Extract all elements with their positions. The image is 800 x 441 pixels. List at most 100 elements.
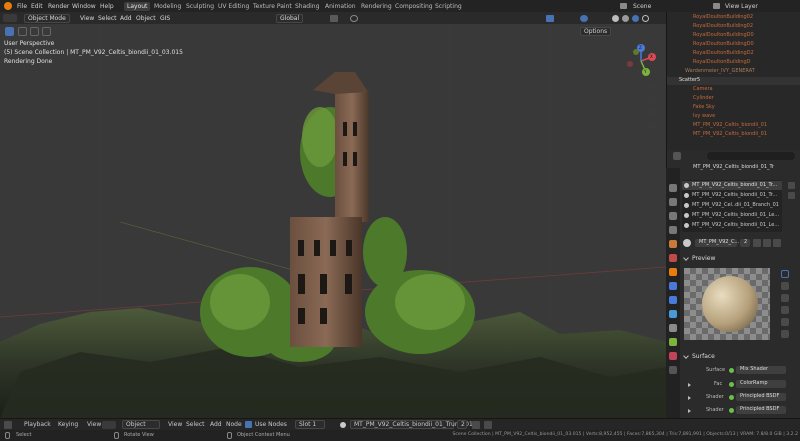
slot-dropdown[interactable]: Slot 1 xyxy=(295,420,325,429)
node-menu-add[interactable]: Add xyxy=(210,422,222,428)
particles-tab-icon[interactable] xyxy=(669,296,677,304)
tab-sculpting[interactable]: Sculpting xyxy=(183,2,217,11)
modifier-tab-icon[interactable] xyxy=(669,282,677,290)
pin-node-icon[interactable] xyxy=(484,421,492,429)
outliner-row[interactable]: Scatter5 xyxy=(667,77,800,85)
editor-type-icon[interactable] xyxy=(3,14,17,22)
node-menu-node[interactable]: Node xyxy=(226,422,242,428)
surface-section-header[interactable]: Surface xyxy=(692,354,715,360)
outliner-row[interactable]: Cylinder xyxy=(667,95,800,103)
shader-type-dropdown[interactable]: Object xyxy=(122,420,160,429)
tab-texture-paint[interactable]: Texture Paint xyxy=(250,2,295,11)
select-icon[interactable] xyxy=(546,15,554,22)
expand-arrow-icon[interactable] xyxy=(688,396,691,400)
view-layer-tab-icon[interactable] xyxy=(669,226,677,234)
viewport-menu-select[interactable]: Select xyxy=(98,16,117,25)
select-lasso-icon[interactable] xyxy=(42,27,51,36)
bottombar-users-count[interactable]: 2 xyxy=(457,420,467,429)
material-slot[interactable]: MT_PM_V92_Celtis_biondii_01_Tr... xyxy=(682,181,782,190)
outliner-row[interactable]: Camera xyxy=(667,86,800,94)
expand-arrow-icon[interactable] xyxy=(688,409,691,413)
preview-world-icon[interactable] xyxy=(781,318,789,326)
menu-edit[interactable]: Edit xyxy=(31,3,43,10)
material-name-field[interactable]: MT_PM_V92_C... xyxy=(695,239,739,247)
menu-file[interactable]: File xyxy=(17,3,27,10)
outliner-row[interactable]: RoyalDoultonBuilding02 xyxy=(667,14,800,22)
viewport-menu-view[interactable]: View xyxy=(80,16,94,25)
perspective-toggle-icon[interactable] xyxy=(647,121,656,130)
render-tab-icon[interactable] xyxy=(669,198,677,206)
object-mode-dropdown[interactable]: Object Mode xyxy=(24,14,70,23)
material-tab-icon[interactable] xyxy=(669,352,677,360)
constraints-tab-icon[interactable] xyxy=(669,324,677,332)
material-slot[interactable]: MT_PM_V92_Celtis_biondii_01_Le... xyxy=(682,211,782,220)
view-layer-selector[interactable]: View Layer xyxy=(725,3,758,10)
outliner-row[interactable]: RoyalDoultonBuilding02 xyxy=(667,23,800,31)
view-layer-icon[interactable] xyxy=(713,3,720,9)
outliner-panel[interactable]: RoyalDoultonBuilding02 RoyalDoultonBuild… xyxy=(666,12,800,150)
outliner-row[interactable]: Ivy wave xyxy=(667,113,800,121)
scene-icon[interactable] xyxy=(620,3,627,9)
expand-arrow-icon[interactable] xyxy=(688,383,691,387)
tab-animation[interactable]: Animation xyxy=(322,2,359,11)
outliner-row[interactable]: RoyalDoultonBuildingD xyxy=(667,59,800,67)
outliner-row[interactable]: Fake Sky xyxy=(667,104,800,112)
hand-pan-icon[interactable] xyxy=(647,95,656,104)
shading-rendered-icon[interactable] xyxy=(632,15,639,22)
menu-help[interactable]: Help xyxy=(100,3,114,10)
world-tab-icon[interactable] xyxy=(669,254,677,262)
bottombar-material-field[interactable]: MT_PM_V92_Celtis_biondii_01_Trunk_01 xyxy=(350,420,473,429)
remove-slot-icon[interactable] xyxy=(788,192,795,199)
preview-hair-icon[interactable] xyxy=(781,306,789,314)
options-dropdown[interactable]: Options xyxy=(580,27,612,36)
menu-window[interactable]: Window xyxy=(72,3,96,10)
properties-search-input[interactable] xyxy=(707,152,795,160)
tab-compositing[interactable]: Compositing xyxy=(392,2,436,11)
node-editor-icon[interactable] xyxy=(102,421,116,429)
preview-plane-icon[interactable] xyxy=(781,294,789,302)
preview-sphere-icon[interactable] xyxy=(781,270,789,278)
menu-render[interactable]: Render xyxy=(48,3,69,10)
tab-uv-editing[interactable]: UV Editing xyxy=(215,2,252,11)
tab-modeling[interactable]: Modeling xyxy=(151,2,184,11)
use-nodes-checkbox[interactable] xyxy=(245,421,252,428)
material-slot[interactable]: MT_PM_V92_Celtis_biondii_01_Le... xyxy=(682,221,782,230)
outliner-row[interactable]: RoyalDoultonBuildingD2 xyxy=(667,50,800,58)
node-menu-select[interactable]: Select xyxy=(186,422,205,428)
data-tab-icon[interactable] xyxy=(669,338,677,346)
material-slot-list[interactable]: MT_PM_V92_Celtis_biondii_01_Tr... MT_PM_… xyxy=(682,180,782,232)
shading-solid-icon[interactable] xyxy=(612,15,619,22)
fake-user-shield-icon[interactable] xyxy=(472,421,480,429)
material-users-count[interactable]: 2 xyxy=(740,239,750,247)
material-slot[interactable]: MT_PM_V92_Celtis_biondii_01_Tr... xyxy=(682,191,782,200)
snap-icon[interactable] xyxy=(330,15,338,22)
blender-logo-icon[interactable] xyxy=(4,2,12,10)
output-tab-icon[interactable] xyxy=(669,212,677,220)
outliner-row[interactable]: MT_PM_V92_Celtis_biondii_01 xyxy=(667,122,800,130)
navigation-gizmo[interactable]: X Y Z xyxy=(624,44,658,78)
add-slot-icon[interactable] xyxy=(788,182,795,189)
3d-viewport[interactable] xyxy=(0,12,666,418)
proportional-editing-icon[interactable] xyxy=(350,15,358,22)
material-slot[interactable]: MT_PM_V92_Cel..dii_01_Branch_01 xyxy=(682,201,782,210)
tweak-tool-icon[interactable] xyxy=(5,27,14,36)
scene-selector[interactable]: Scene xyxy=(633,3,651,10)
viewport-menu-gis[interactable]: GIS xyxy=(160,16,170,25)
transform-orientation-dropdown[interactable]: Global xyxy=(276,14,304,23)
material-browse-icon[interactable] xyxy=(683,239,691,247)
shading-wireframe-icon[interactable] xyxy=(642,15,649,22)
tab-scripting[interactable]: Scripting xyxy=(432,2,465,11)
outliner-row[interactable]: Wardenmeier_IVY_GENERAT xyxy=(667,68,800,76)
timeline-view-menu[interactable]: View xyxy=(87,422,101,428)
viewport-menu-object[interactable]: Object xyxy=(136,16,156,25)
node-menu-view[interactable]: View xyxy=(168,422,182,428)
unlink-icon[interactable] xyxy=(773,239,781,247)
zoom-icon[interactable] xyxy=(647,82,656,91)
shader2-dropdown[interactable]: Principled BSDF xyxy=(736,406,786,414)
shader1-dropdown[interactable]: Principled BSDF xyxy=(736,393,786,401)
fake-user-icon[interactable] xyxy=(753,239,761,247)
duplicate-icon[interactable] xyxy=(763,239,771,247)
tab-shading[interactable]: Shading xyxy=(292,2,322,11)
pin-icon[interactable] xyxy=(673,152,681,160)
camera-view-icon[interactable] xyxy=(647,108,656,117)
